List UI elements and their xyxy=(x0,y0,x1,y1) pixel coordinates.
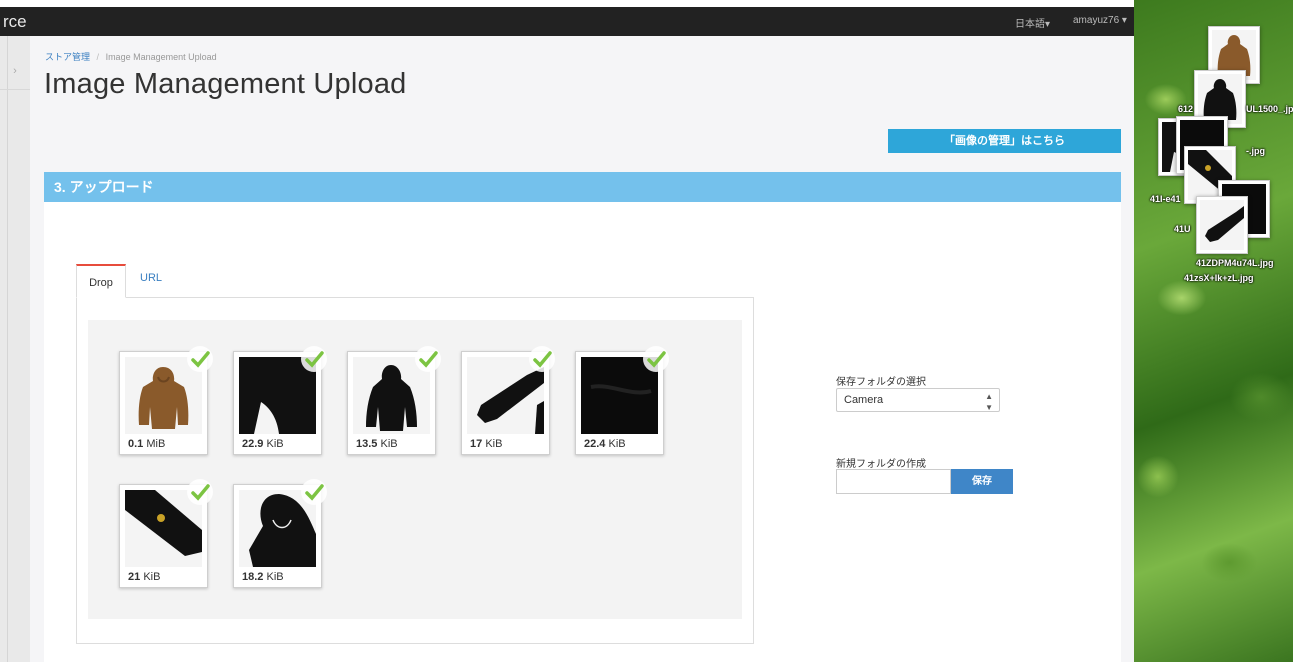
desktop-file-label: 41ZDPM4u74L.jpg xyxy=(1196,258,1274,268)
save-button[interactable]: 保存 xyxy=(951,469,1013,494)
file-size: 21 KiB xyxy=(128,571,161,583)
uploaded-image-thumbnail[interactable]: 0.1 MiB xyxy=(119,346,213,455)
checkmark-icon xyxy=(643,346,669,372)
top-navbar: rce 日本語▾ amayuz76 ▾ xyxy=(0,7,1134,36)
desktop-file-label: 41U xyxy=(1174,224,1191,234)
desktop-background: 612 UL1500_.jpg -.jpg 41I-e41 41U 41ZDPM… xyxy=(1134,0,1293,662)
tab-drop[interactable]: Drop xyxy=(76,264,126,298)
folder-select-label: 保存フォルダの選択 xyxy=(836,377,926,388)
page-title: Image Management Upload xyxy=(44,68,407,100)
sidebar xyxy=(0,36,30,662)
breadcrumb-separator: / xyxy=(96,52,100,62)
tab-url[interactable]: URL xyxy=(140,272,162,284)
user-menu-dropdown[interactable]: amayuz76 ▾ xyxy=(1073,15,1127,26)
uploaded-image-thumbnail[interactable]: 18.2 KiB xyxy=(233,479,327,588)
sidebar-toggle-button[interactable]: › xyxy=(0,36,30,90)
desktop-file-label: 41zsX+lk+zL.jpg xyxy=(1184,273,1254,283)
file-size: 18.2 KiB xyxy=(242,571,284,583)
breadcrumb-store-management-link[interactable]: ストア管理 xyxy=(45,52,90,62)
selected-folder: Camera xyxy=(844,394,884,406)
new-folder-label: 新規フォルダの作成 xyxy=(836,459,926,470)
checkmark-icon xyxy=(415,346,441,372)
brand-name[interactable]: rce xyxy=(3,12,27,32)
checkmark-icon xyxy=(529,346,555,372)
desktop-file-thumbnail[interactable] xyxy=(1196,196,1248,254)
breadcrumb-current: Image Management Upload xyxy=(105,52,217,62)
uploaded-image-thumbnail[interactable]: 13.5 KiB xyxy=(347,346,441,455)
new-folder-input[interactable] xyxy=(836,469,951,494)
section-header-upload: 3. アップロード xyxy=(44,172,1121,202)
select-arrows-icon: ▲ ▼ xyxy=(985,392,993,412)
desktop-file-label: 612 xyxy=(1178,104,1194,114)
uploaded-image-thumbnail[interactable]: 22.4 KiB xyxy=(575,346,669,455)
desktop-file-label: -.jpg xyxy=(1246,146,1265,156)
checkmark-icon xyxy=(301,346,327,372)
file-size: 22.4 KiB xyxy=(584,438,626,450)
checkmark-icon xyxy=(301,479,327,505)
folder-select[interactable]: Camera ▲ ▼ xyxy=(836,388,1000,412)
file-size: 13.5 KiB xyxy=(356,438,398,450)
uploaded-image-thumbnail[interactable]: 22.9 KiB xyxy=(233,346,327,455)
uploaded-image-thumbnail[interactable]: 21 KiB xyxy=(119,479,213,588)
language-dropdown[interactable]: 日本語▾ xyxy=(1015,15,1050,30)
uploaded-image-thumbnail[interactable]: 17 KiB xyxy=(461,346,555,455)
file-size: 0.1 MiB xyxy=(128,438,166,450)
manage-images-button[interactable]: 「画像の管理」はこちら xyxy=(888,129,1121,153)
desktop-file-label: UL1500_.jpg xyxy=(1246,104,1293,114)
breadcrumb: ストア管理 / Image Management Upload xyxy=(45,50,217,63)
desktop-file-label: 41I-e41 xyxy=(1150,194,1181,204)
file-size: 17 KiB xyxy=(470,438,503,450)
chevron-right-icon: › xyxy=(13,65,17,77)
checkmark-icon xyxy=(187,346,213,372)
file-size: 22.9 KiB xyxy=(242,438,284,450)
checkmark-icon xyxy=(187,479,213,505)
sidebar-divider xyxy=(7,36,8,662)
